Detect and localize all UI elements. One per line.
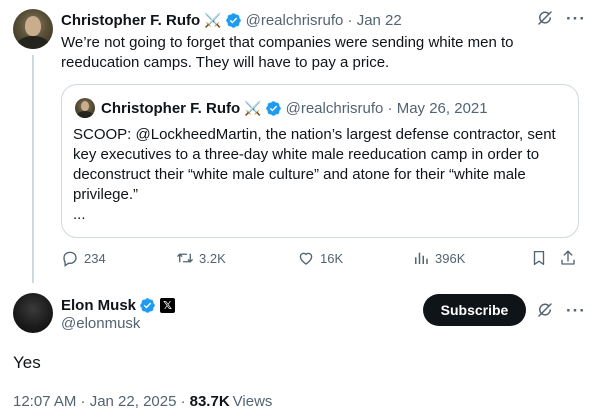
more-icon[interactable]: ···	[566, 10, 586, 27]
quoted-ellipsis: ...	[73, 206, 86, 223]
share-icon	[561, 250, 575, 265]
grok-icon[interactable]	[536, 9, 554, 27]
repost-button[interactable]: 3.2K	[176, 249, 226, 267]
reply-views-label: Views	[232, 393, 273, 410]
quoted-handle-date: @realchrisrufo · May 26, 2021	[285, 99, 488, 117]
reply-icon	[63, 251, 77, 267]
reply-top-actions: ···	[536, 301, 586, 319]
tweet-header: Christopher F. Rufo ⚔️ @realchrisrufo · …	[61, 10, 402, 30]
bookmark-icon	[533, 250, 545, 266]
author-handle-date[interactable]: @realchrisrufo · Jan 22	[246, 12, 402, 29]
avatar-body	[77, 111, 93, 118]
views-icon	[415, 252, 428, 264]
verified-badge-icon[interactable]	[225, 12, 242, 29]
avatar-musk[interactable]	[13, 293, 53, 333]
more-icon[interactable]: ···	[566, 302, 586, 319]
share-button[interactable]	[559, 249, 577, 267]
quoted-author-name: Christopher F. Rufo	[101, 99, 241, 117]
bookmark-button[interactable]	[530, 249, 548, 267]
quoted-tweet[interactable]: Christopher F. Rufo ⚔️ @realchrisrufo · …	[61, 84, 579, 238]
grok-icon[interactable]	[536, 301, 554, 319]
reply-meta: 12:07 AM · Jan 22, 2025 · 83.7K Views	[13, 393, 272, 410]
views-button[interactable]: 396K	[412, 249, 465, 267]
repost-count: 3.2K	[199, 250, 226, 266]
crossed-swords-icon: ⚔️	[204, 11, 222, 28]
reply-timestamp[interactable]: 12:07 AM · Jan 22, 2025 ·	[13, 393, 186, 410]
tweet-top-actions: ···	[536, 9, 586, 27]
thread-line	[32, 55, 34, 283]
verified-badge-icon	[265, 100, 281, 116]
quoted-avatar	[75, 98, 95, 118]
avatar-rufo[interactable]	[13, 9, 53, 49]
views-count: 396K	[435, 250, 466, 266]
reply-button[interactable]: 234	[61, 249, 106, 267]
reply-author-name[interactable]: Elon Musk	[61, 297, 136, 314]
tweet-actions: 234 3.2K 16K 396K	[61, 249, 577, 271]
reply-count: 234	[84, 250, 106, 266]
quoted-header: Christopher F. Rufo ⚔️ @realchrisrufo · …	[101, 98, 488, 118]
repost-icon	[177, 253, 193, 263]
avatar-body	[17, 36, 49, 49]
avatar-face	[25, 16, 41, 36]
like-button[interactable]: 16K	[297, 249, 343, 267]
x-affiliate-icon[interactable]: 𝕏	[160, 297, 176, 313]
reply-header: Elon Musk 𝕏	[61, 295, 176, 315]
quoted-text: SCOOP: @LockheedMartin, the nation’s lar…	[73, 126, 556, 203]
reply-author-handle[interactable]: @elonmusk	[61, 315, 140, 332]
like-icon	[299, 252, 313, 265]
avatar-face	[81, 101, 89, 111]
subscribe-button[interactable]: Subscribe	[423, 294, 526, 326]
like-count: 16K	[320, 250, 344, 266]
reply-views-count: 83.7K	[189, 393, 230, 410]
verified-badge-icon[interactable]	[139, 297, 156, 314]
crossed-swords-icon: ⚔️	[244, 99, 262, 116]
author-name[interactable]: Christopher F. Rufo	[61, 12, 200, 29]
reply-text: Yes	[13, 353, 41, 372]
tweet-text: We’re not going to forget that companies…	[61, 34, 514, 71]
